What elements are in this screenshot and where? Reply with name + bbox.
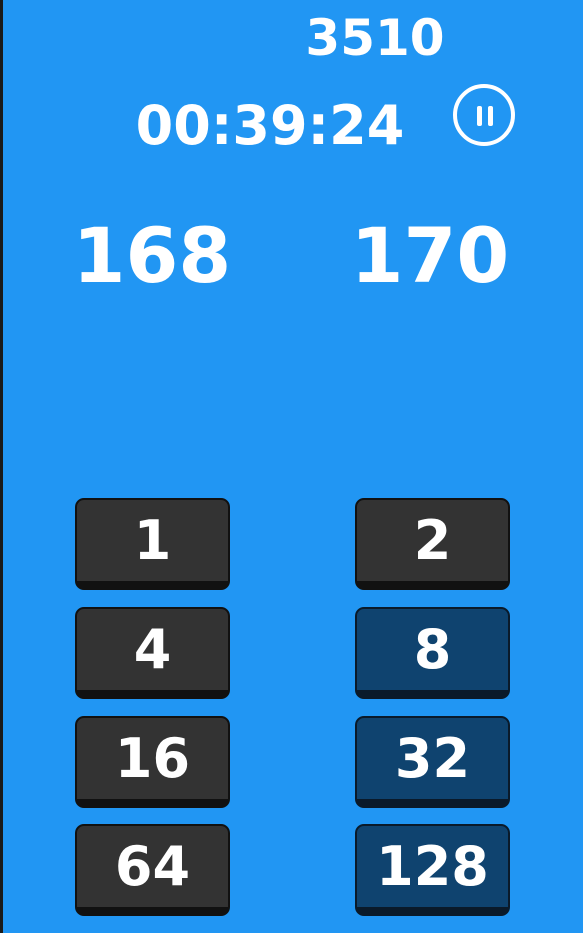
pause-button[interactable] [453, 84, 515, 146]
bit-button-32[interactable]: 32 [355, 716, 510, 808]
pause-icon-bar [488, 106, 493, 126]
timer-display: 00:39:24 [135, 94, 405, 157]
left-edge-divider [0, 0, 3, 933]
target-number-right: 170 [350, 211, 510, 300]
target-number-left: 168 [72, 211, 232, 300]
score-display: 3510 [305, 9, 445, 67]
pause-icon [477, 106, 482, 126]
bit-button-1[interactable]: 1 [75, 498, 230, 590]
bit-button-8[interactable]: 8 [355, 607, 510, 699]
bit-button-128[interactable]: 128 [355, 824, 510, 916]
bit-button-2[interactable]: 2 [355, 498, 510, 590]
bit-button-64[interactable]: 64 [75, 824, 230, 916]
bit-button-16[interactable]: 16 [75, 716, 230, 808]
bit-button-4[interactable]: 4 [75, 607, 230, 699]
